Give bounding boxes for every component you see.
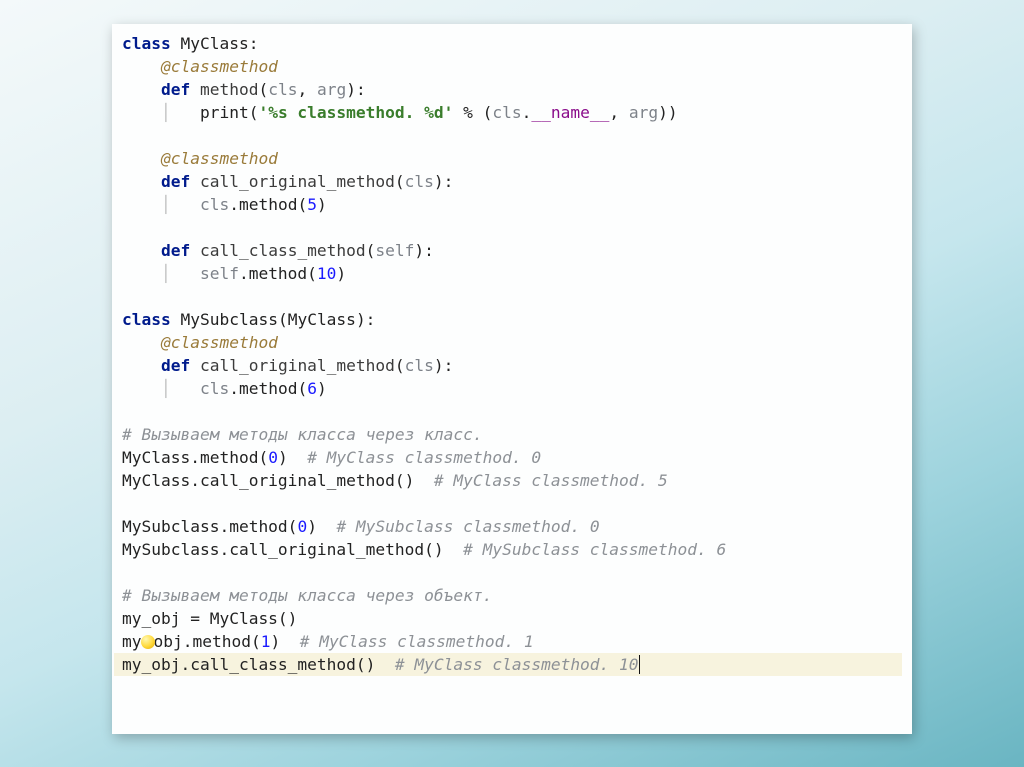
text-caret bbox=[639, 655, 640, 674]
current-line-highlight: my_obj.call_class_method() # MyClass cla… bbox=[114, 653, 902, 676]
decorator: @classmethod bbox=[161, 149, 278, 168]
kw-class: class bbox=[122, 310, 171, 329]
code-editor-panel: class MyClass: @classmethod def method(c… bbox=[112, 24, 912, 734]
kw-def: def bbox=[161, 241, 190, 260]
decorator: @classmethod bbox=[161, 333, 278, 352]
comment: # Вызываем методы класса через объект. bbox=[122, 586, 492, 605]
kw-def: def bbox=[161, 356, 190, 375]
lightbulb-icon[interactable] bbox=[141, 635, 155, 649]
decorator: @classmethod bbox=[161, 57, 278, 76]
kw-def: def bbox=[161, 172, 190, 191]
kw-class: class bbox=[122, 34, 171, 53]
code-block: class MyClass: @classmethod def method(c… bbox=[114, 28, 910, 680]
comment: # Вызываем методы класса через класс. bbox=[122, 425, 483, 444]
kw-def: def bbox=[161, 80, 190, 99]
